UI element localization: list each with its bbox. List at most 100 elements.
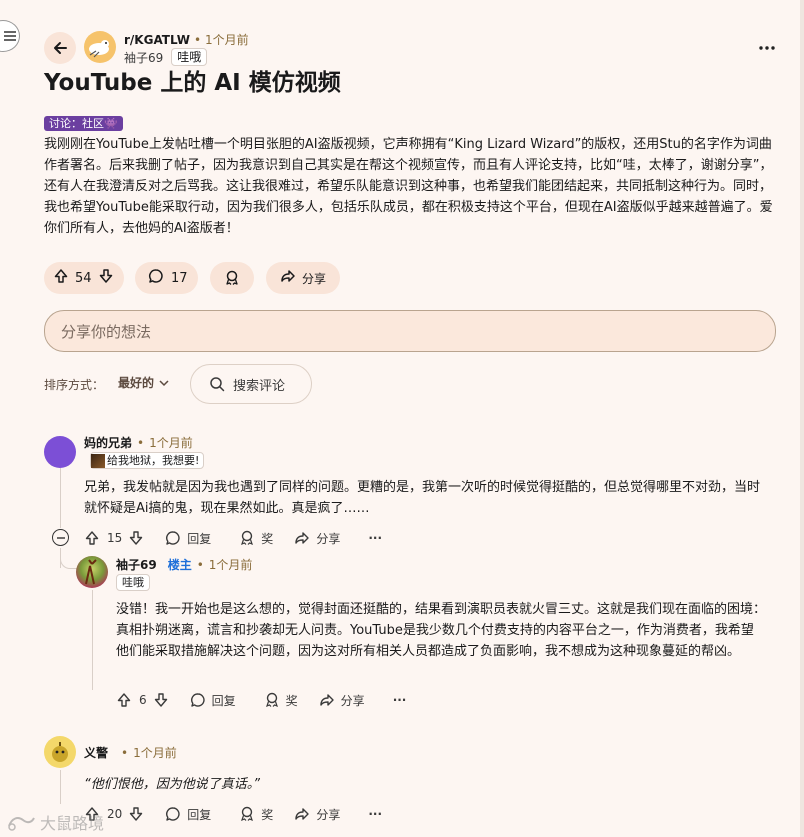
comments-button[interactable]: 17 [135,262,198,294]
comment-icon [166,807,180,821]
comment-count: 17 [171,270,188,286]
avatar[interactable] [44,736,76,768]
downvote-icon[interactable] [98,268,114,288]
award-button[interactable] [210,262,254,294]
flair-image-icon [91,453,105,468]
upvote-icon[interactable] [116,692,132,708]
upvote-icon[interactable] [84,530,100,546]
comment-placeholder: 分享你的想法 [61,323,152,341]
separator-dot: • [137,435,145,450]
back-button[interactable] [44,32,76,64]
share-label: 分享 [316,531,341,546]
share-icon [295,808,310,820]
award-icon [226,270,238,285]
downvote-icon[interactable] [128,530,144,546]
reply-button[interactable]: 回复 [190,692,236,709]
watermark-logo-icon [8,817,35,831]
post-time: 1个月前 [205,33,249,47]
comment-actions: 15 回复 奖 分享 ··· [84,528,382,548]
award-icon [241,530,254,546]
reply-label: 回复 [187,807,212,822]
chevron-down-icon [159,379,169,386]
post-author[interactable]: 袖子69 [124,49,163,66]
award-button[interactable]: 奖 [239,530,273,547]
vote-count: 20 [107,807,123,821]
more-options-button[interactable]: ··· [368,531,382,545]
share-icon [319,694,334,706]
separator-dot: • [196,557,204,572]
share-label: 分享 [302,271,327,286]
op-badge: 楼主 [167,558,192,572]
post-flair[interactable]: 讨论：社区👾 [44,116,123,131]
post-body: 我刚刚在YouTube上发帖吐槽一个明目张胆的AI盗版视频，它声称拥有“King… [44,137,773,236]
comment-author[interactable]: 袖子69 [116,556,157,573]
comment-body: “他们恨他，因为他说了真话。” [84,777,260,792]
search-label: 搜索评论 [233,378,286,394]
reply-label: 回复 [187,531,212,546]
share-button[interactable]: 分享 [266,262,340,294]
downvote-icon[interactable] [128,806,144,822]
vote-count: 15 [107,531,123,545]
comment-actions: 6 回复 奖 分享 ··· [116,690,406,710]
more-icon [759,46,775,50]
comment-time: 1个月前 [133,746,177,760]
award-button[interactable]: 奖 [239,806,273,823]
share-button[interactable]: 分享 [294,806,340,823]
share-button[interactable]: 分享 [294,530,340,547]
author-flair: 哇哦 [171,48,208,66]
vote-count: 6 [139,693,147,707]
watermark: 大鼠路境 [6,810,104,834]
search-comments-button[interactable]: 搜索评论 [190,364,312,404]
more-options-button[interactable]: ··· [393,693,407,707]
scrollbar-track[interactable] [800,0,804,837]
reply-button[interactable]: 回复 [165,530,211,547]
vote-count: 54 [75,270,92,286]
comment-input[interactable]: 分享你的想法 [44,310,776,352]
share-icon [280,268,296,288]
share-label: 分享 [316,807,341,822]
avatar[interactable] [76,556,108,588]
award-label: 奖 [285,693,298,708]
sort-label: 排序方式： [44,378,105,392]
user-flair: 哇哦 [116,574,150,591]
watermark-text: 大鼠路境 [40,814,105,833]
subreddit-avatar[interactable] [84,31,116,63]
sort-dropdown[interactable]: 最好的 [118,374,169,391]
thread-line [92,590,93,690]
more-options-button[interactable]: ··· [368,807,382,821]
thread-line [60,468,61,528]
award-icon [265,692,278,708]
search-icon [210,377,225,392]
downvote-icon[interactable] [153,692,169,708]
comment-author[interactable]: 义警 [84,744,108,761]
comment-time: 1个月前 [208,558,253,572]
award-label: 奖 [261,807,274,822]
post-title: YouTube 上的 AI 模仿视频 [44,70,341,96]
separator-dot: • [121,745,129,760]
comment-actions: 20 回复 奖 分享 ··· [84,804,382,824]
reply-label: 回复 [211,693,236,708]
comment-body: 没错！我一开始也是这么想的，觉得封面还挺酷的，结果看到演职员表就火冒三丈。这就是… [116,602,767,659]
share-label: 分享 [340,693,365,708]
user-flair: 给我地狱，我想要! [90,452,205,469]
avatar[interactable] [44,436,76,468]
share-icon [295,532,310,544]
share-button[interactable]: 分享 [319,692,365,709]
award-button[interactable]: 奖 [264,692,298,709]
collapse-thread-button[interactable] [52,529,69,546]
comment-author[interactable]: 妈的兄弟 [84,434,132,451]
comment-time: 1个月前 [149,436,193,450]
subreddit-name[interactable]: r/KGATLW [124,33,190,47]
thread-line [60,770,61,804]
reply-button[interactable]: 回复 [165,806,211,823]
flair-text: 给我地狱，我想要! [107,454,200,467]
arrow-left-icon [54,42,67,54]
menu-icon[interactable] [0,20,20,52]
more-options-button[interactable] [754,38,780,58]
separator-dot: • [193,32,202,47]
comment-icon [166,531,180,545]
comment-icon [148,268,164,288]
sort-value: 最好的 [118,376,155,390]
award-icon [241,806,254,822]
upvote-icon[interactable] [53,268,69,288]
